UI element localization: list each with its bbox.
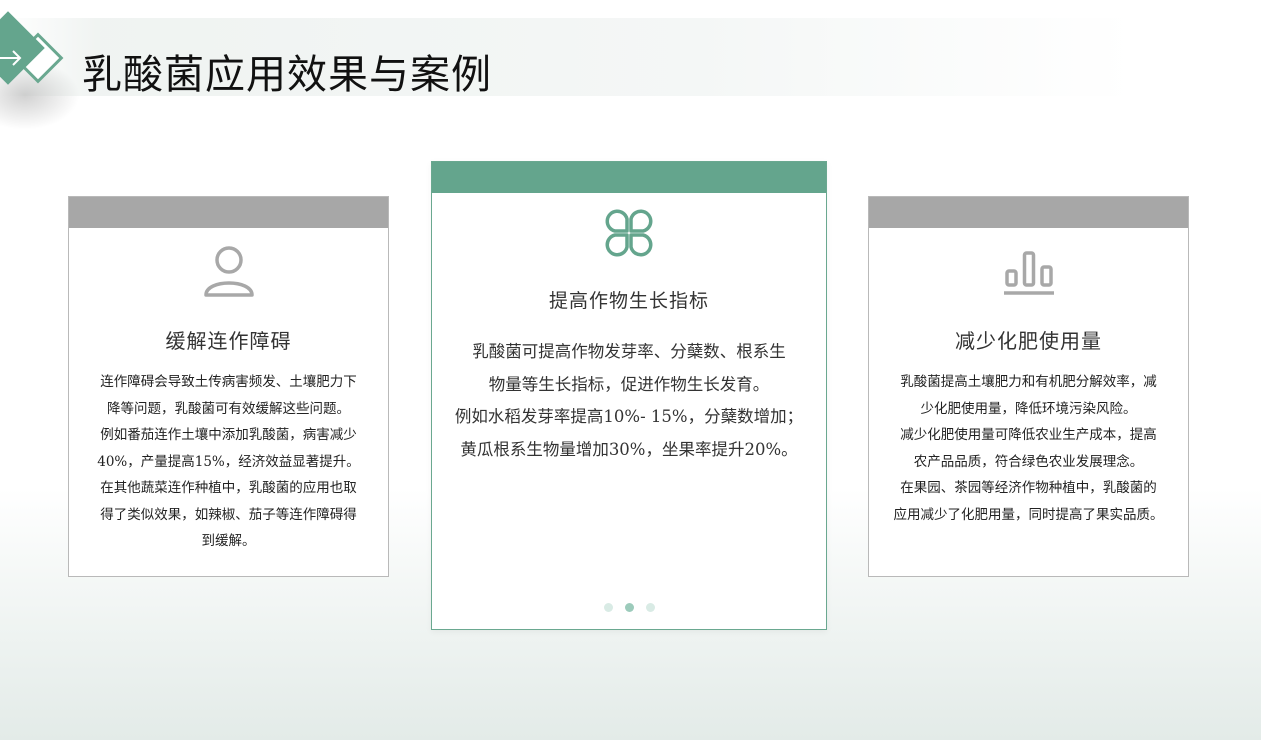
card-header-bar [869, 197, 1188, 228]
card-reduce-fertilizer: 减少化肥使用量 乳酸菌提高土壤肥力和有机肥分解效率，减 少化肥使用量，降低环境污… [868, 196, 1189, 577]
body-line: 少化肥使用量，降低环境污染风险。 [920, 400, 1137, 417]
carousel-dot[interactable] [645, 603, 655, 612]
card-title: 缓解连作障碍 [165, 329, 292, 353]
carousel-dot[interactable] [603, 603, 613, 612]
card-header-bar [432, 162, 826, 193]
body-line: 减少化肥使用量可降低农业生产成本，提高 [900, 427, 1157, 443]
body-line: 连作障碍会导致土传病害频发、土壤肥力下 [100, 374, 357, 390]
card-improve-growth-indicators: 提高作物生长指标 乳酸菌可提高作物发芽率、分蘖数、根系生 物量等生长指标，促进作… [431, 161, 827, 630]
body-line: 得了类似效果，如辣椒、茄子等连作障碍得 [100, 506, 357, 523]
card-relieve-continuous-cropping: 缓解连作障碍 连作障碍会导致土传病害频发、土壤肥力下 降等问题，乳酸菌可有效缓解… [68, 196, 389, 577]
card-title: 减少化肥使用量 [955, 329, 1102, 353]
arrow-right-icon [0, 50, 22, 66]
carousel-dot-active[interactable] [624, 603, 634, 612]
bar-chart-icon [1003, 251, 1054, 295]
clover-icon [605, 209, 653, 257]
body-line: 乳酸菌提高土壤肥力和有机肥分解效率，减 [900, 374, 1157, 390]
body-line: 降等问题，乳酸菌可有效缓解这些问题。 [107, 400, 350, 417]
body-line: 在果园、茶园等经济作物种植中，乳酸菌的 [900, 480, 1157, 496]
card-body: 乳酸菌可提高作物发芽率、分蘖数、根系生 物量等生长指标，促进作物生长发育。 例如… [444, 336, 814, 466]
body-line: 农产品品质，符合绿色农业发展理念。 [913, 453, 1144, 470]
body-line: 物量等生长指标，促进作物生长发育。 [488, 374, 770, 394]
body-line: 例如水稻发芽率提高10%- 15%，分蘖数增加； [454, 407, 804, 426]
carousel-indicator [432, 603, 826, 612]
user-icon [203, 246, 254, 297]
body-line: 在其他蔬菜连作种植中，乳酸菌的应用也取 [100, 480, 357, 496]
body-line: 乳酸菌可提高作物发芽率、分蘖数、根系生 [472, 342, 786, 361]
card-header-bar [69, 197, 388, 228]
body-line: 40%，产量提高15%，经济效益显著提升。 [97, 453, 360, 470]
body-line: 例如番茄连作土壤中添加乳酸菌，病害减少 [100, 427, 357, 443]
card-body: 连作障碍会导致土传病害频发、土壤肥力下 降等问题，乳酸菌可有效缓解这些问题。 例… [83, 369, 374, 555]
page-title: 乳酸菌应用效果与案例 [82, 52, 492, 98]
card-body: 乳酸菌提高土壤肥力和有机肥分解效率，减 少化肥使用量，降低环境污染风险。 减少化… [883, 369, 1174, 528]
body-line: 到缓解。 [201, 533, 256, 549]
body-line: 应用减少了化肥用量，同时提高了果实品质。 [893, 506, 1164, 523]
body-line: 黄瓜根系生物量增加30%，坐果率提升20%。 [460, 439, 798, 459]
card-title: 提高作物生长指标 [548, 290, 709, 312]
